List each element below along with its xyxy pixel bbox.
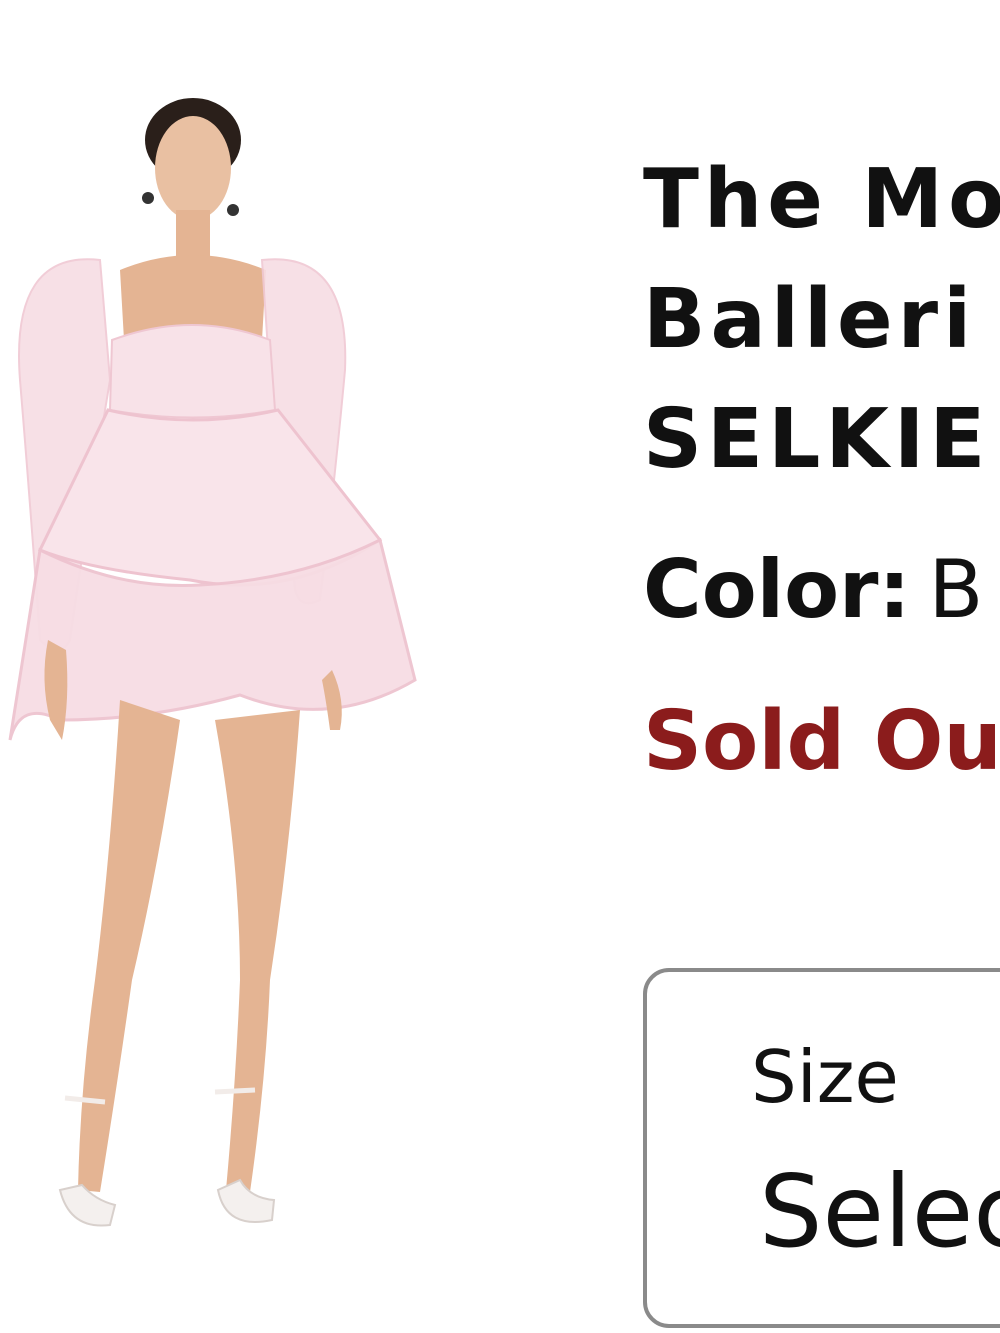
size-select-label: Size — [751, 1035, 899, 1119]
product-image — [8, 98, 417, 1227]
product-title-line-2: Balleri — [643, 272, 977, 367]
color-value: B — [928, 543, 984, 636]
arm-left — [44, 640, 68, 740]
shoe-left — [58, 1183, 117, 1227]
product-title-line-3: SELKIE — [643, 392, 991, 487]
color-info: Color: B — [643, 540, 983, 640]
earring-right — [227, 204, 239, 216]
bodice-shape — [108, 324, 277, 419]
neck-shape — [176, 210, 210, 260]
strap-right — [214, 1087, 256, 1095]
leg-left — [78, 700, 180, 1192]
earring-left — [142, 192, 154, 204]
size-select-value: Selec — [759, 1153, 1000, 1270]
product-title-line-1: The Mo — [643, 152, 1000, 247]
color-label: Color: — [643, 543, 911, 636]
product-page: The Mo Balleri SELKIE Color: B Sold Ou Si… — [0, 0, 1000, 1333]
face-shape — [155, 116, 231, 220]
product-title: The Mo Balleri SELKIE — [643, 140, 1000, 500]
size-select[interactable]: Size Selec — [643, 968, 1000, 1328]
stock-status: Sold Ou — [643, 694, 1000, 789]
leg-right — [215, 710, 300, 1192]
